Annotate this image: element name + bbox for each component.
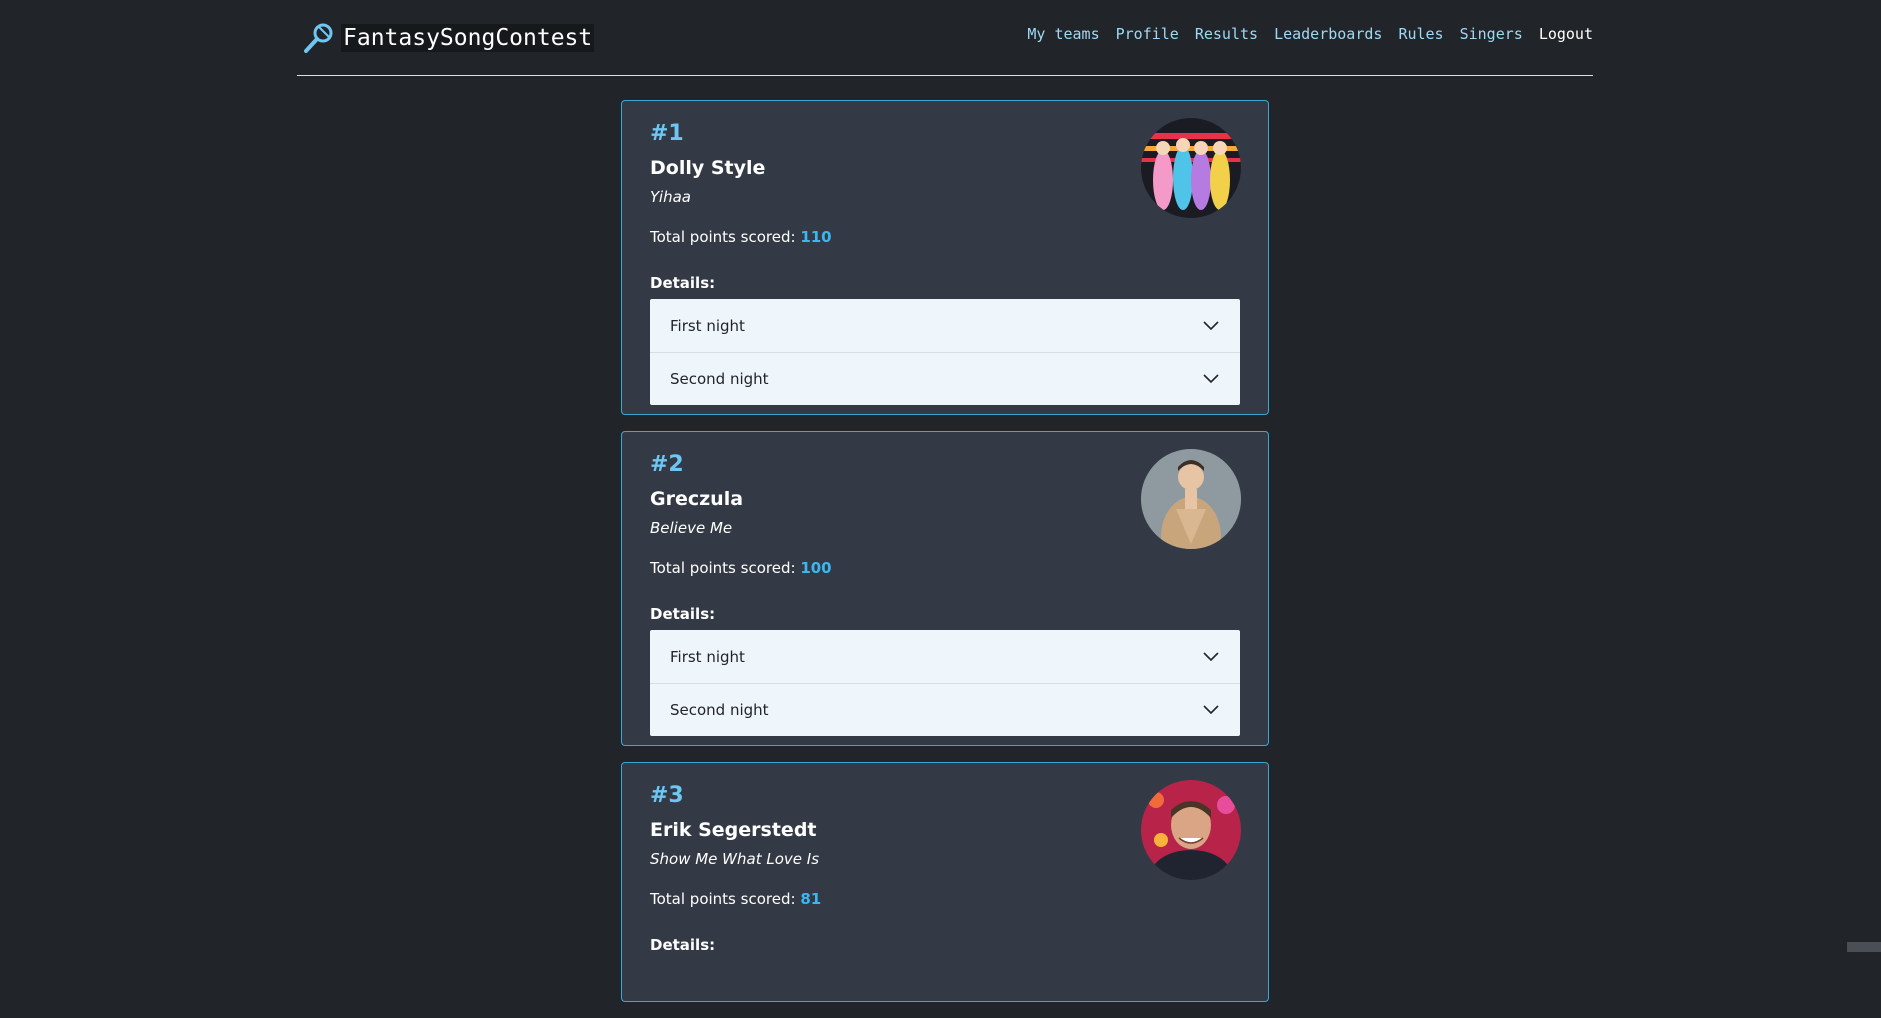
total-points: Total points scored: 81	[650, 889, 1240, 909]
points-label: Total points scored:	[650, 559, 796, 577]
details-label: Details:	[650, 273, 1240, 293]
page-corner	[1847, 942, 1881, 952]
singer-avatar	[1141, 118, 1241, 218]
nav-logout[interactable]: Logout	[1539, 25, 1593, 43]
details-label: Details:	[650, 935, 1240, 955]
top-navbar: FantasySongContest My teams Profile Resu…	[297, 0, 1593, 76]
singer-card: #1 Dolly Style Yihaa Total points scored…	[621, 100, 1269, 415]
nav-rules[interactable]: Rules	[1398, 25, 1443, 43]
nav-my-teams[interactable]: My teams	[1027, 25, 1099, 43]
total-points: Total points scored: 100	[650, 558, 1240, 578]
total-points: Total points scored: 110	[650, 227, 1240, 247]
points-value: 110	[800, 228, 831, 246]
points-label: Total points scored:	[650, 228, 796, 246]
accordion-first-night[interactable]: First night	[650, 630, 1240, 683]
details-label: Details:	[650, 604, 1240, 624]
singer-card: #2 Greczula Believe Me Total points scor…	[621, 431, 1269, 746]
main-nav: My teams Profile Results Leaderboards Ru…	[1027, 25, 1593, 43]
accordion-label: First night	[670, 648, 745, 666]
accordion-second-night[interactable]: Second night	[650, 352, 1240, 405]
brand-link[interactable]: FantasySongContest	[301, 20, 594, 56]
chevron-down-icon	[1202, 370, 1220, 388]
accordion-second-night[interactable]: Second night	[650, 683, 1240, 736]
details-accordion: First night Second night	[650, 630, 1240, 736]
nav-results[interactable]: Results	[1195, 25, 1258, 43]
chevron-down-icon	[1202, 648, 1220, 666]
microphone-icon	[301, 21, 335, 55]
nav-leaderboards[interactable]: Leaderboards	[1274, 25, 1382, 43]
chevron-down-icon	[1202, 317, 1220, 335]
singer-card: #3 Erik Segerstedt Show Me What Love Is …	[621, 762, 1269, 1002]
details-accordion: First night Second night	[650, 299, 1240, 405]
accordion-label: Second night	[670, 701, 769, 719]
singer-avatar	[1141, 449, 1241, 549]
results-list: #1 Dolly Style Yihaa Total points scored…	[621, 100, 1269, 1018]
points-value: 81	[800, 890, 821, 908]
accordion-label: First night	[670, 317, 745, 335]
accordion-label: Second night	[670, 370, 769, 388]
brand-name: FantasySongContest	[341, 24, 594, 52]
accordion-first-night[interactable]: First night	[650, 299, 1240, 352]
singer-avatar	[1141, 780, 1241, 880]
nav-profile[interactable]: Profile	[1116, 25, 1179, 43]
points-value: 100	[800, 559, 831, 577]
points-label: Total points scored:	[650, 890, 796, 908]
chevron-down-icon	[1202, 701, 1220, 719]
nav-singers[interactable]: Singers	[1460, 25, 1523, 43]
